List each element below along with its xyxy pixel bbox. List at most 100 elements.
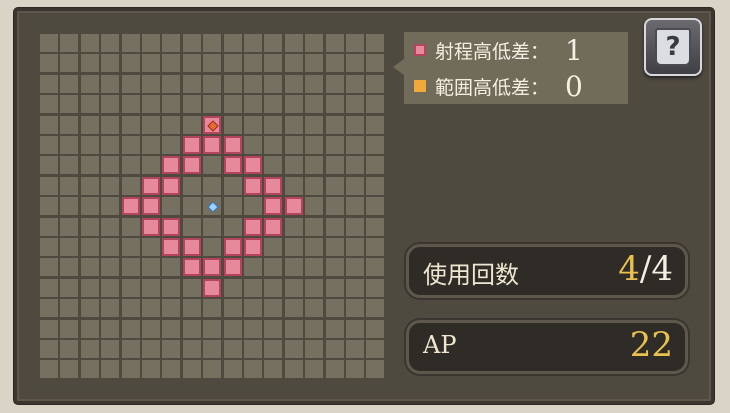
grid-cell[interactable] — [366, 360, 385, 379]
grid-cell[interactable] — [142, 74, 160, 93]
grid-cell[interactable] — [182, 115, 201, 134]
grid-cell[interactable] — [366, 176, 385, 195]
grid-cell[interactable] — [182, 319, 201, 338]
grid-cell[interactable] — [60, 238, 79, 256]
grid-cell[interactable] — [325, 278, 344, 297]
grid-cell[interactable] — [182, 176, 201, 195]
grid-cell[interactable] — [325, 95, 344, 114]
grid-cell[interactable] — [346, 299, 364, 318]
grid-cell[interactable] — [325, 156, 344, 175]
grid-cell[interactable] — [121, 258, 140, 277]
grid-cell[interactable] — [60, 74, 79, 93]
grid-cell[interactable] — [40, 176, 58, 195]
grid-cell[interactable] — [346, 74, 364, 93]
grid-cell[interactable] — [264, 360, 283, 379]
grid-cell[interactable] — [40, 95, 58, 114]
grid-cell[interactable] — [40, 74, 58, 93]
grid-cell[interactable] — [284, 278, 303, 297]
range-cell[interactable] — [142, 217, 160, 236]
grid-cell[interactable] — [182, 74, 201, 93]
grid-cell[interactable] — [80, 136, 99, 154]
range-cell[interactable] — [223, 136, 242, 154]
grid-cell[interactable] — [40, 319, 58, 338]
grid-cell[interactable] — [305, 217, 324, 236]
grid-cell[interactable] — [182, 360, 201, 379]
grid-cell[interactable] — [162, 136, 181, 154]
grid-cell[interactable] — [325, 258, 344, 277]
grid-cell[interactable] — [244, 54, 262, 73]
target-cell[interactable] — [203, 115, 222, 134]
range-cell[interactable] — [142, 197, 160, 216]
grid-cell[interactable] — [264, 54, 283, 73]
grid-cell[interactable] — [121, 217, 140, 236]
grid-cell[interactable] — [325, 238, 344, 256]
grid-cell[interactable] — [80, 238, 99, 256]
grid-cell[interactable] — [162, 197, 181, 216]
grid-cell[interactable] — [80, 278, 99, 297]
range-cell[interactable] — [223, 156, 242, 175]
grid-cell[interactable] — [40, 258, 58, 277]
grid-cell[interactable] — [203, 74, 222, 93]
grid-cell[interactable] — [305, 360, 324, 379]
grid-cell[interactable] — [142, 299, 160, 318]
grid-cell[interactable] — [162, 299, 181, 318]
grid-cell[interactable] — [101, 340, 120, 358]
grid-cell[interactable] — [244, 95, 262, 114]
grid-cell[interactable] — [80, 74, 99, 93]
grid-cell[interactable] — [223, 360, 242, 379]
grid-cell[interactable] — [325, 197, 344, 216]
grid-cell[interactable] — [101, 176, 120, 195]
grid-cell[interactable] — [284, 176, 303, 195]
grid-cell[interactable] — [305, 34, 324, 52]
grid-cell[interactable] — [60, 34, 79, 52]
grid-cell[interactable] — [346, 217, 364, 236]
grid-cell[interactable] — [366, 115, 385, 134]
grid-cell[interactable] — [325, 340, 344, 358]
grid-cell[interactable] — [40, 136, 58, 154]
grid-cell[interactable] — [40, 299, 58, 318]
grid-cell[interactable] — [80, 319, 99, 338]
grid-cell[interactable] — [305, 197, 324, 216]
grid-cell[interactable] — [101, 217, 120, 236]
range-cell[interactable] — [244, 156, 262, 175]
grid-cell[interactable] — [203, 156, 222, 175]
grid-cell[interactable] — [346, 197, 364, 216]
grid-cell[interactable] — [40, 54, 58, 73]
grid-cell[interactable] — [121, 319, 140, 338]
grid-cell[interactable] — [366, 217, 385, 236]
grid-cell[interactable] — [162, 95, 181, 114]
range-cell[interactable] — [182, 238, 201, 256]
grid-cell[interactable] — [60, 340, 79, 358]
grid-cell[interactable] — [305, 95, 324, 114]
grid-cell[interactable] — [162, 258, 181, 277]
grid-cell[interactable] — [121, 136, 140, 154]
grid-cell[interactable] — [101, 360, 120, 379]
grid-cell[interactable] — [284, 299, 303, 318]
grid-cell[interactable] — [284, 136, 303, 154]
grid-cell[interactable] — [182, 278, 201, 297]
grid-cell[interactable] — [142, 340, 160, 358]
grid-cell[interactable] — [40, 156, 58, 175]
grid-cell[interactable] — [40, 340, 58, 358]
grid-cell[interactable] — [284, 258, 303, 277]
grid-cell[interactable] — [284, 360, 303, 379]
grid-cell[interactable] — [244, 197, 262, 216]
grid-cell[interactable] — [121, 278, 140, 297]
range-cell[interactable] — [203, 136, 222, 154]
grid-cell[interactable] — [305, 136, 324, 154]
range-cell[interactable] — [244, 176, 262, 195]
grid-cell[interactable] — [305, 319, 324, 338]
grid-cell[interactable] — [223, 115, 242, 134]
range-cell[interactable] — [121, 197, 140, 216]
grid-cell[interactable] — [142, 95, 160, 114]
grid-cell[interactable] — [305, 176, 324, 195]
grid-cell[interactable] — [223, 319, 242, 338]
range-cell[interactable] — [203, 278, 222, 297]
grid-cell[interactable] — [182, 299, 201, 318]
grid-cell[interactable] — [305, 299, 324, 318]
grid-cell[interactable] — [80, 258, 99, 277]
grid-cell[interactable] — [121, 74, 140, 93]
grid-cell[interactable] — [346, 319, 364, 338]
grid-cell[interactable] — [223, 54, 242, 73]
grid-cell[interactable] — [346, 238, 364, 256]
